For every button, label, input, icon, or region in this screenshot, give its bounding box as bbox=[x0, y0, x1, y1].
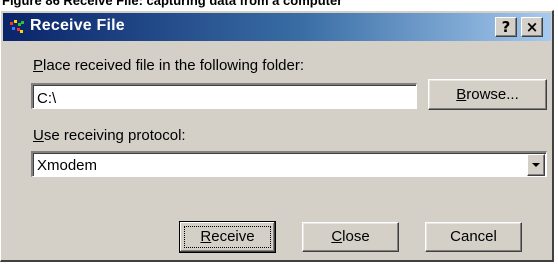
protocol-label-accel: U bbox=[33, 127, 44, 144]
help-button[interactable]: ? bbox=[495, 17, 517, 37]
browse-text: rowse... bbox=[466, 86, 519, 103]
protocol-select[interactable]: Xmodem bbox=[31, 151, 547, 177]
folder-path-input[interactable] bbox=[31, 83, 417, 109]
protocol-dropdown-button[interactable] bbox=[527, 154, 545, 176]
browse-button[interactable]: Browse... bbox=[428, 79, 547, 110]
protocol-label-text: se receiving protocol: bbox=[43, 127, 186, 144]
receive-button[interactable]: Receive bbox=[179, 221, 276, 253]
close-text: lose bbox=[342, 228, 370, 245]
browse-accel: B bbox=[456, 86, 467, 103]
folder-label-accel: P bbox=[33, 57, 44, 74]
close-window-button[interactable]: × bbox=[521, 17, 543, 37]
protocol-selected-value: Xmodem bbox=[37, 157, 98, 174]
close-button[interactable]: Close bbox=[302, 222, 399, 252]
dialog-title: Receive File bbox=[30, 17, 125, 34]
folder-label-text: lace received file in the following fold… bbox=[43, 57, 304, 74]
focus-rectangle bbox=[184, 226, 271, 248]
cancel-button[interactable]: Cancel bbox=[425, 222, 522, 252]
protocol-label: Use receiving protocol: bbox=[33, 127, 186, 144]
receive-file-app-icon bbox=[9, 19, 25, 35]
title-bar[interactable]: Receive File ? × bbox=[3, 13, 551, 41]
receive-file-dialog: Receive File ? × Place received file in … bbox=[0, 10, 554, 262]
caption-text: Figure 86 Receive File: capturing data f… bbox=[2, 0, 343, 8]
chevron-down-icon bbox=[532, 163, 540, 167]
folder-label: Place received file in the following fol… bbox=[33, 57, 304, 74]
close-accel: C bbox=[331, 228, 343, 245]
